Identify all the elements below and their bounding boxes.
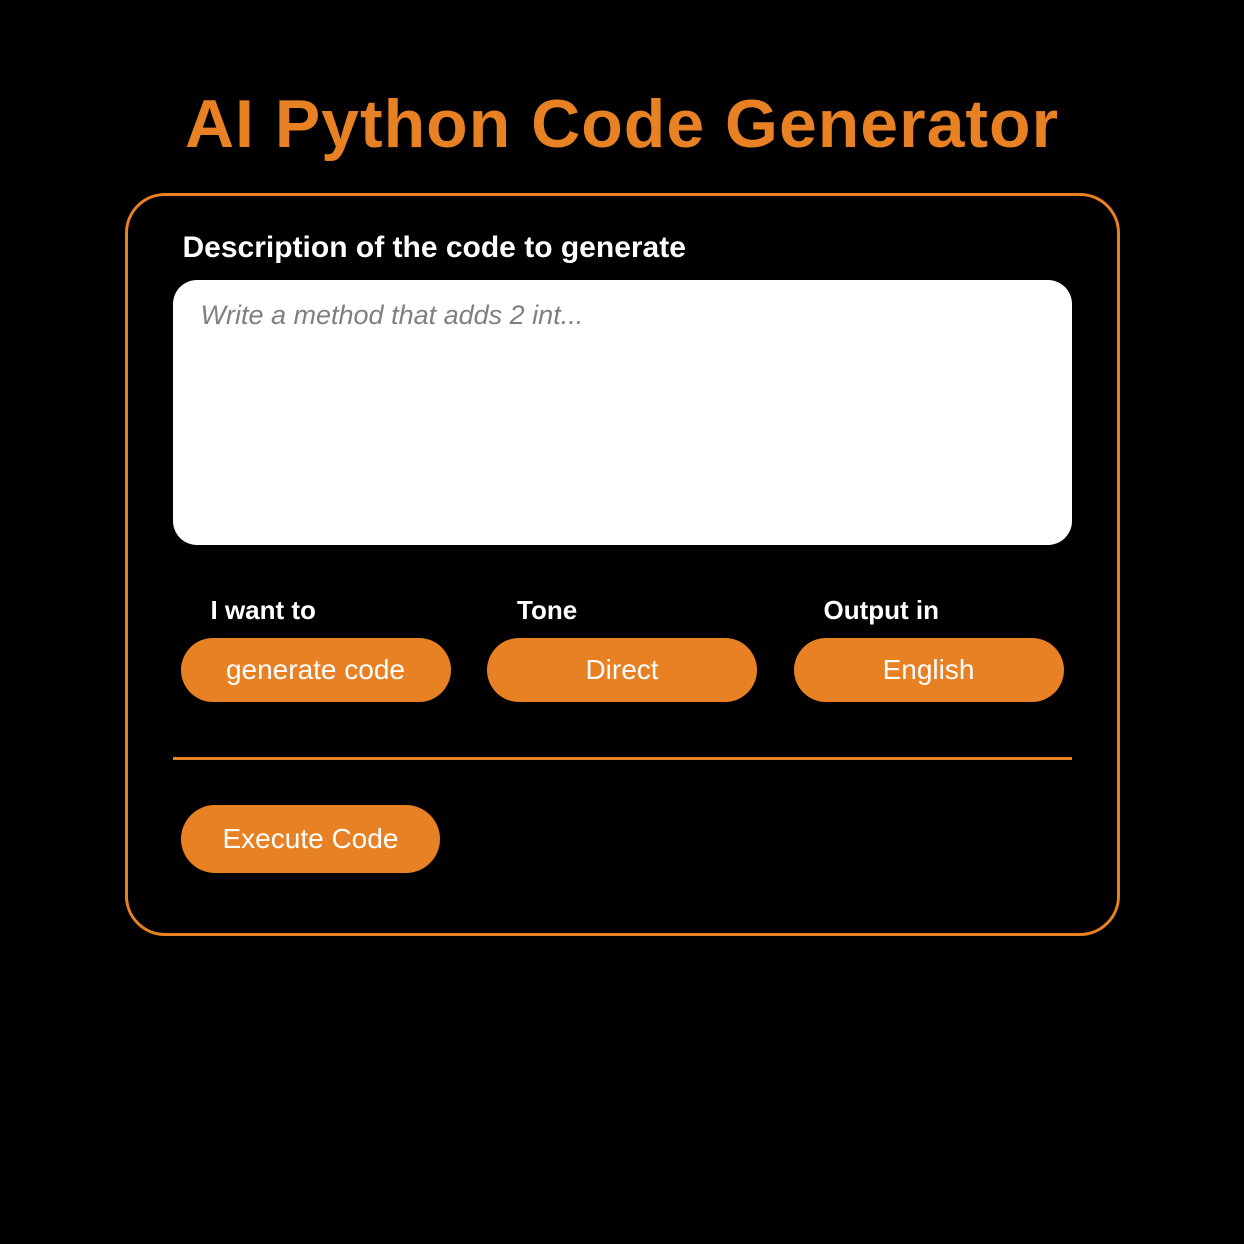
- description-placeholder: Write a method that adds 2 int...: [201, 300, 584, 330]
- page-title: AI Python Code Generator: [185, 85, 1059, 163]
- description-label: Description of the code to generate: [183, 231, 1072, 265]
- output-label: Output in: [824, 595, 1064, 626]
- tone-select[interactable]: Direct: [487, 638, 757, 702]
- option-group-iwant: I want to generate code: [181, 595, 451, 702]
- iwant-label: I want to: [211, 595, 451, 626]
- option-group-tone: Tone Direct: [487, 595, 757, 702]
- divider: [173, 757, 1072, 760]
- options-row: I want to generate code Tone Direct Outp…: [173, 595, 1072, 702]
- generator-panel: Description of the code to generate Writ…: [125, 193, 1120, 936]
- description-input[interactable]: Write a method that adds 2 int...: [173, 280, 1072, 545]
- output-select[interactable]: English: [794, 638, 1064, 702]
- iwant-select[interactable]: generate code: [181, 638, 451, 702]
- option-group-output: Output in English: [794, 595, 1064, 702]
- execute-button[interactable]: Execute Code: [181, 805, 441, 873]
- tone-label: Tone: [517, 595, 757, 626]
